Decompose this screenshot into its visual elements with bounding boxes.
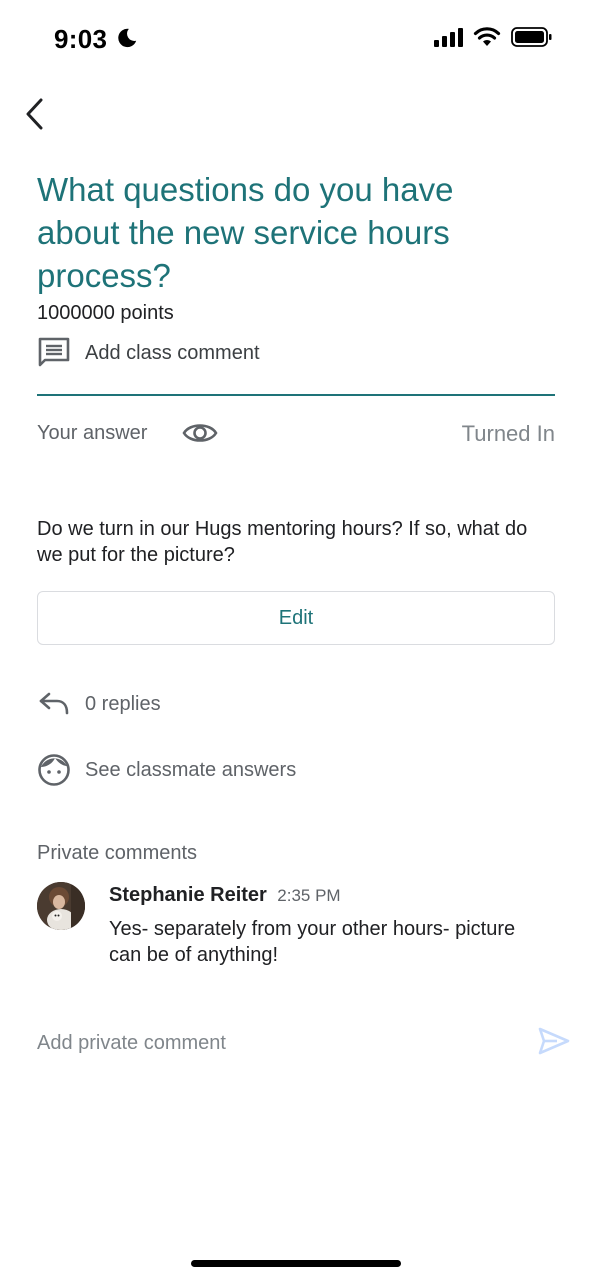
see-classmate-answers-button[interactable]: See classmate answers (37, 753, 296, 787)
your-answer-row: Your answer Turned In (37, 416, 555, 452)
comment-text: Yes- separately from your other hours- p… (109, 918, 516, 966)
eye-icon[interactable] (182, 418, 218, 448)
status-icons (434, 26, 553, 48)
add-class-comment-button[interactable]: Add class comment (37, 336, 260, 370)
screen: 9:03 What questions do you have about th… (0, 0, 591, 1280)
face-icon (38, 754, 70, 786)
your-answer-label: Your answer (37, 422, 148, 444)
divider (37, 394, 555, 396)
question-title: What questions do you have about the new… (37, 171, 454, 294)
replies-label: 0 replies (85, 692, 161, 715)
chevron-left-icon[interactable] (20, 94, 50, 134)
moon-icon (118, 28, 137, 48)
add-private-comment-row (37, 1026, 577, 1058)
see-classmate-answers-label: See classmate answers (85, 758, 297, 781)
reply-icon (39, 692, 69, 715)
answer-text: Do we turn in our Hugs mentoring hours? … (37, 518, 528, 566)
signal-icon (434, 27, 463, 47)
turned-in-status: Turned In (461, 421, 555, 446)
send-icon[interactable] (537, 1026, 571, 1056)
private-comments-heading: Private comments (37, 842, 198, 864)
points-label: 1000000 points (37, 302, 174, 324)
edit-button[interactable]: Edit (37, 591, 555, 645)
battery-icon (511, 27, 552, 47)
comment-icon (38, 337, 70, 367)
status-time: 9:03 (54, 24, 108, 54)
replies-button[interactable]: 0 replies (37, 688, 161, 720)
avatar (37, 882, 85, 930)
comment-header: Stephanie Reiter 2:35 PM (109, 884, 341, 907)
comment-author: Stephanie Reiter (109, 884, 267, 906)
home-indicator[interactable] (191, 1260, 401, 1267)
wifi-icon (473, 27, 501, 46)
private-comment-input[interactable] (37, 1028, 517, 1058)
comment-time: 2:35 PM (277, 886, 341, 905)
add-class-comment-label: Add class comment (85, 341, 260, 364)
